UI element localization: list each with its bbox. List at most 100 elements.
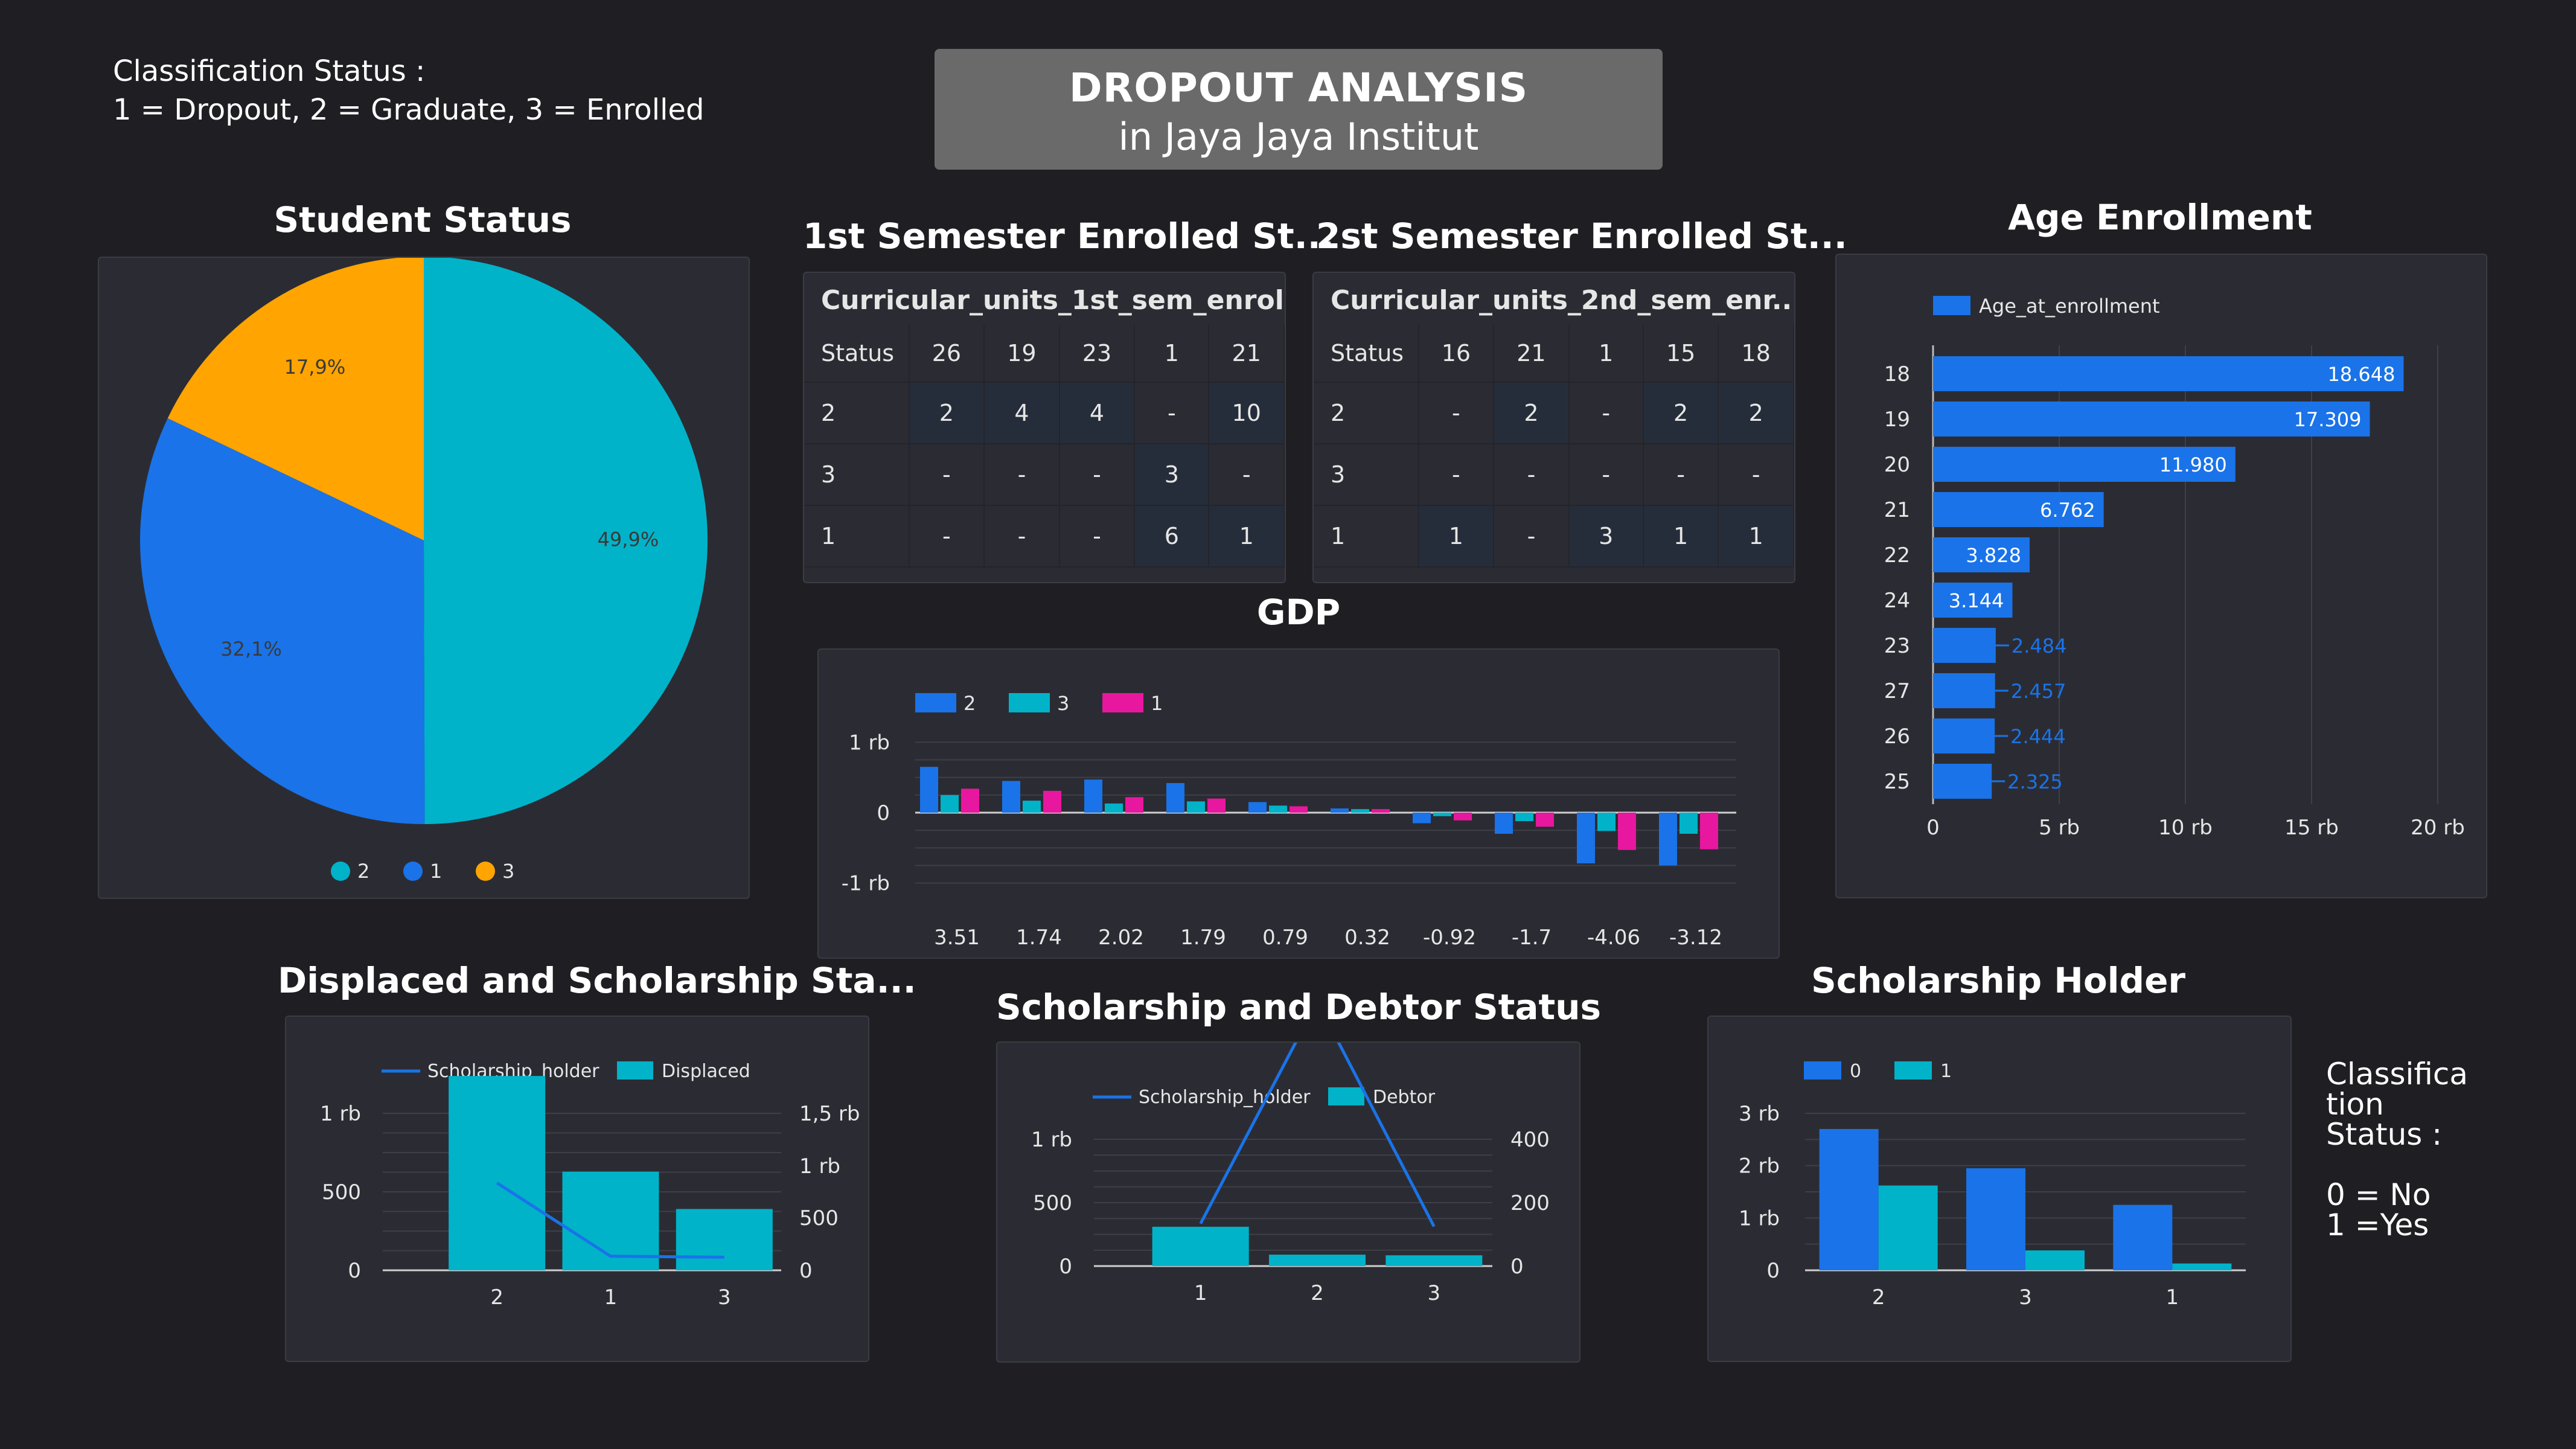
table-cell: -: [1059, 505, 1136, 568]
y-tick-label-right: 0: [799, 1259, 813, 1283]
bar-2: [1269, 1255, 1366, 1266]
table-cell: -: [1418, 444, 1495, 506]
gdp-bar-3: [1515, 813, 1533, 821]
table-cell: -: [1494, 505, 1570, 568]
table-cell: -: [1059, 444, 1136, 506]
pie-slice-label: 17,9%: [284, 356, 346, 379]
y-tick-label: 1 rb: [1739, 1206, 1780, 1230]
x-tick-label: -4.06: [1587, 926, 1640, 950]
table-cell: 3: [1568, 505, 1644, 568]
table-cell: 1: [1718, 505, 1794, 568]
legend-label: Displaced: [662, 1061, 750, 1082]
gdp-bar-1: [1618, 813, 1636, 850]
legend-bar-swatch: [617, 1061, 653, 1080]
table-cell: -: [1494, 444, 1570, 506]
x-tick-label: 0: [1926, 816, 1940, 840]
x-tick-label: 20 rb: [2411, 816, 2465, 840]
y-tick-label-right: 1,5 rb: [799, 1102, 860, 1126]
table-cell: 4: [984, 382, 1060, 444]
table-column-header: 15: [1643, 325, 1719, 383]
table-row: 1---61: [804, 505, 1285, 568]
table-cell: -: [909, 505, 985, 568]
bar-value-label: 2.444: [2010, 725, 2066, 748]
y-tick-label-left: 1 rb: [320, 1102, 361, 1126]
displaced-scholarship-chart: Scholarship_holder Displaced1 rb50001,5 r…: [320, 1061, 860, 1310]
gdp-bar-3: [1597, 813, 1616, 831]
x-tick-label: 1: [1194, 1281, 1207, 1305]
legend-bar-swatch: [1328, 1087, 1364, 1105]
holder-bar-0: [1966, 1168, 2025, 1270]
table-cell: 6: [1134, 505, 1210, 568]
holder-bar-0: [2113, 1204, 2173, 1270]
x-tick-label: 3.51: [934, 926, 980, 950]
x-tick-label: 2: [490, 1285, 503, 1310]
gdp-bar-3: [1269, 805, 1287, 813]
gdp-bar-3: [1187, 801, 1205, 813]
table-column-header: 1: [1568, 325, 1644, 383]
gdp-bar-3: [1680, 813, 1698, 834]
gdp-chart: 2 3 1 1 rb 0 -1 rb 3.51 1.74 2.02 1.79 0.79 0.32 -0.…: [842, 692, 1736, 950]
gdp-title: GDP: [1256, 592, 1341, 633]
sem1-table-header: Curricular_units_1st_sem_enrol...: [821, 285, 1286, 316]
legend-label: 0: [1850, 1061, 1861, 1082]
sem1-table-panel: Curricular_units_1st_sem_enrol... Status…: [803, 272, 1286, 583]
x-tick-label: -0.92: [1423, 926, 1476, 950]
table-column-header: 1: [1134, 325, 1210, 383]
table-header-row: Status 16 21 1 15 18: [1314, 325, 1794, 383]
table-cell: -: [984, 444, 1060, 506]
legend-dot-3: [476, 862, 495, 881]
table-cell: 10: [1209, 382, 1285, 444]
student-status-title: Student Status: [273, 199, 572, 240]
bar-value-label: 6.762: [2040, 499, 2095, 522]
table-cell: 2: [1643, 382, 1719, 444]
table-column-header: 21: [1209, 325, 1285, 383]
table-cell: -: [1568, 444, 1644, 506]
bar-value-label: 3.144: [1949, 589, 2004, 612]
header-banner: DROPOUT ANALYSIS in Jaya Jaya Institut: [935, 49, 1663, 170]
gdp-bar-2: [1166, 783, 1184, 813]
legend-label: 1: [430, 860, 442, 883]
table-column-header: 18: [1718, 325, 1794, 383]
scholarship-holder-chart: 0 1 3 rb 2 rb 1 rb 0 2 3 1: [1739, 1061, 2246, 1310]
displaced-title: Displaced and Scholarship Sta...: [278, 960, 916, 1001]
bar-2: [449, 1076, 546, 1270]
x-tick-label: 3: [2019, 1285, 2032, 1310]
table-row-status: 3: [1314, 444, 1419, 506]
bar-value-label: 11.980: [2159, 453, 2227, 476]
table-row-status: 2: [804, 382, 910, 444]
table-cell: 2: [1494, 382, 1570, 444]
student-status-panel: 49,9% 32,1% 17,9% 2 1 3: [98, 257, 750, 899]
gdp-bar-3: [1105, 803, 1123, 813]
legend-swatch-2: [915, 693, 956, 712]
y-tick-label-right: 400: [1510, 1128, 1550, 1152]
gdp-bar-2: [1002, 781, 1020, 813]
y-tick-label-right: 500: [799, 1206, 839, 1230]
table-cell: -: [909, 444, 985, 506]
gdp-bar-1: [1043, 790, 1061, 813]
table-cell: 4: [1059, 382, 1136, 444]
y-tick-label-right: 1 rb: [799, 1154, 840, 1179]
y-tick-label: 19: [1884, 408, 1910, 432]
age-bar-25: [1933, 764, 1992, 799]
table-column-header: 19: [984, 325, 1060, 383]
table-cell: 3: [1134, 444, 1210, 506]
x-tick-label: 3: [1428, 1281, 1441, 1305]
sem2-table-panel: Curricular_units_2nd_sem_enr... Status 16…: [1312, 272, 1795, 583]
x-tick-label: 10 rb: [2158, 816, 2213, 840]
gdp-bar-2: [1577, 813, 1595, 863]
line-Scholarship_holder: [1199, 998, 1436, 1227]
bar-1: [1152, 1226, 1249, 1266]
gdp-bar-2: [1248, 802, 1267, 813]
table-row-status: 3: [804, 444, 910, 506]
gdp-bar-2: [1495, 813, 1513, 834]
table-row: 11-311: [1314, 505, 1794, 568]
legend-label: 2: [357, 860, 369, 883]
table-cell: -: [984, 505, 1060, 568]
holder-bar-1: [2025, 1250, 2085, 1270]
x-tick-label: 2: [1872, 1285, 1885, 1310]
bar-3: [676, 1209, 773, 1270]
gdp-bar-1: [961, 788, 979, 813]
age-enrollment-chart: Age_at_enrollment 0 5 rb 10 rb 15 rb 20 rb 18 1…: [1884, 295, 2465, 840]
legend-label: Age_at_enrollment: [1979, 295, 2160, 318]
y-tick-label: 27: [1884, 679, 1910, 703]
